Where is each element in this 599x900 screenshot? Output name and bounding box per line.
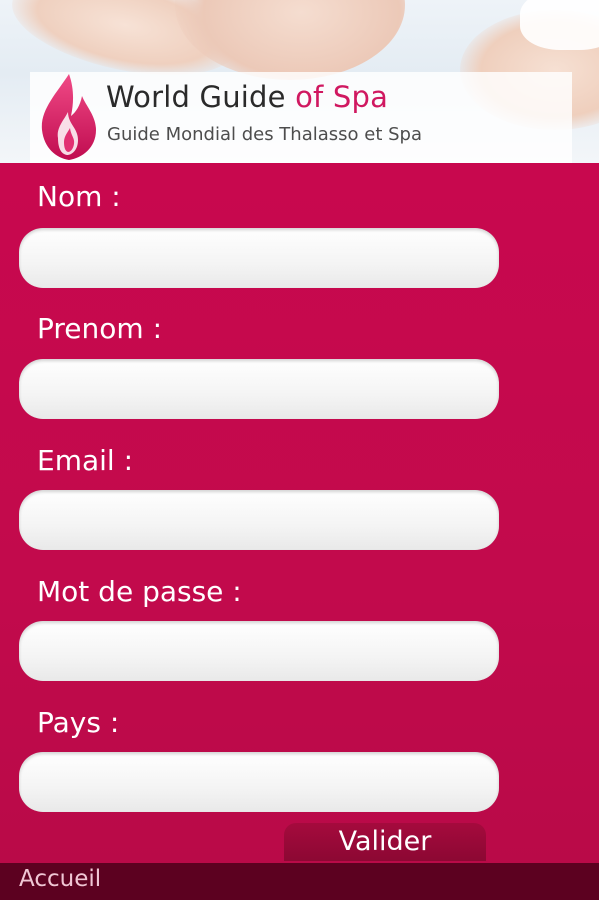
brand-tagline: Guide Mondial des Thalasso et Spa <box>107 124 422 145</box>
brand-title-main: World Guide <box>106 80 286 114</box>
prenom-input[interactable] <box>19 359 499 419</box>
pays-input[interactable] <box>19 752 499 812</box>
brand-title: World Guide of Spa <box>106 80 388 114</box>
home-link[interactable]: Accueil <box>19 866 101 892</box>
password-input[interactable] <box>19 621 499 681</box>
email-input[interactable] <box>19 490 499 550</box>
submit-button[interactable]: Valider <box>284 823 486 861</box>
pays-label: Pays : <box>37 706 120 739</box>
password-label: Mot de passe : <box>37 575 242 608</box>
nom-input[interactable] <box>19 228 499 288</box>
flame-logo-icon <box>41 74 96 160</box>
banner-photo-towel <box>520 0 599 50</box>
email-label: Email : <box>37 444 134 477</box>
prenom-label: Prenom : <box>37 312 163 345</box>
brand-title-accent: of Spa <box>295 80 389 114</box>
nom-label: Nom : <box>37 180 121 213</box>
